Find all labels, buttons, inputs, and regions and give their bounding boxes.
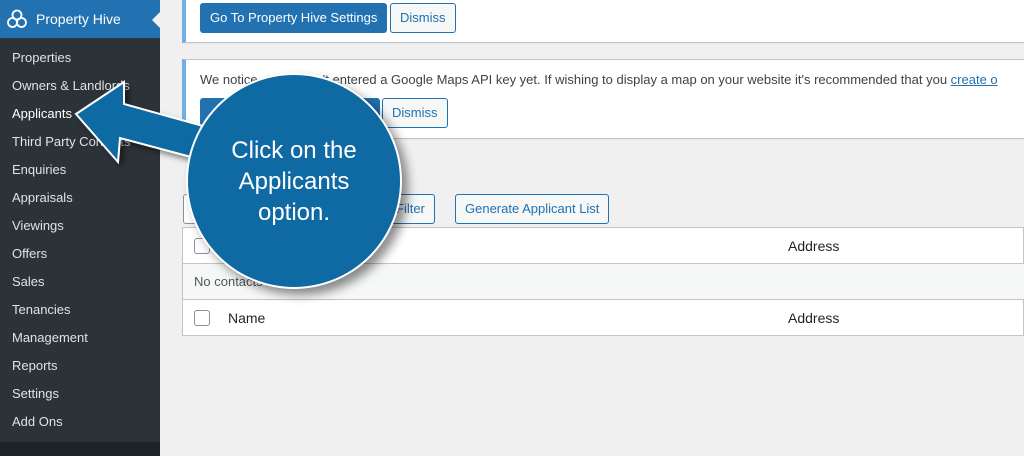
sidebar-item-reports[interactable]: Reports	[0, 352, 160, 380]
sidebar-item-enquiries[interactable]: Enquiries	[0, 156, 160, 184]
sidebar-item-owners-landlords[interactable]: Owners & Landlords	[0, 72, 160, 100]
property-hive-icon	[7, 9, 27, 28]
column-address-footer[interactable]: Address	[788, 310, 839, 326]
sidebar-item-third-party-contacts[interactable]: Third Party Contacts	[0, 128, 160, 156]
sidebar-item-settings[interactable]: Settings	[0, 380, 160, 408]
generate-applicant-list-button[interactable]: Generate Applicant List	[455, 194, 610, 224]
column-address-header[interactable]: Address	[788, 238, 839, 254]
sidebar-item-management[interactable]: Management	[0, 324, 160, 352]
sidebar-item-sales[interactable]: Sales	[0, 268, 160, 296]
submenu: Properties Owners & Landlords Applicants…	[0, 38, 160, 442]
create-api-key-link[interactable]: create o	[951, 72, 998, 87]
sidebar-item-properties[interactable]: Properties	[0, 44, 160, 72]
sidebar-item-appraisals[interactable]: Appraisals	[0, 184, 160, 212]
dismiss-maps-button[interactable]: Dismiss	[382, 98, 448, 128]
admin-sidebar: Property Hive Properties Owners & Landlo…	[0, 0, 160, 456]
menu-title: Property Hive	[36, 11, 121, 27]
sidebar-item-applicants[interactable]: Applicants	[0, 100, 160, 128]
sidebar-item-offers[interactable]: Offers	[0, 240, 160, 268]
sidebar-item-add-ons[interactable]: Add Ons	[0, 408, 160, 436]
callout-bubble: Click on the Applicants option.	[186, 73, 402, 289]
sidebar-item-tenancies[interactable]: Tenancies	[0, 296, 160, 324]
current-menu-pointer	[152, 12, 160, 28]
menu-property-hive[interactable]: Property Hive	[0, 0, 160, 38]
table-footer-row: Name Address	[183, 300, 1024, 336]
callout-text: Click on the Applicants option.	[231, 136, 357, 226]
go-to-settings-button[interactable]: Go To Property Hive Settings	[200, 3, 388, 33]
dismiss-button[interactable]: Dismiss	[390, 3, 456, 33]
column-name-footer[interactable]: Name	[228, 310, 265, 326]
sidebar-item-viewings[interactable]: Viewings	[0, 212, 160, 240]
select-all-footer-checkbox[interactable]	[194, 310, 210, 326]
notice-text-mid: n't entered a Google Maps API key yet. I…	[315, 72, 948, 87]
settings-notice: Go To Property Hive Settings Dismiss	[182, 0, 1024, 43]
